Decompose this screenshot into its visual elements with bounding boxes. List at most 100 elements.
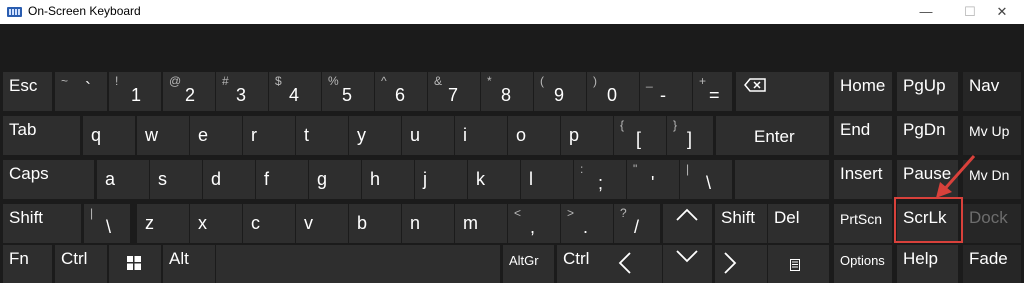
key-y[interactable]: y (349, 116, 401, 155)
key-u[interactable]: u (402, 116, 454, 155)
key-label: h (370, 169, 381, 189)
key-a[interactable]: a (97, 160, 149, 199)
key-shift-label: " (633, 162, 638, 176)
key-8[interactable]: * 8 (481, 72, 533, 111)
key-s[interactable]: s (150, 160, 202, 199)
key-0[interactable]: ) 0 (587, 72, 639, 111)
key-7[interactable]: & 7 (428, 72, 480, 111)
key-backtick[interactable]: ~ ` (55, 72, 107, 111)
key-shift-label: @ (169, 74, 182, 88)
key-left-arrow[interactable] (610, 245, 662, 283)
key-right-bracket[interactable]: }] (667, 116, 713, 155)
key-windows[interactable] (109, 245, 161, 283)
key-quote[interactable]: " ' (627, 160, 679, 199)
key-1[interactable]: ! 1 (109, 72, 161, 111)
key-label: ; (598, 173, 604, 193)
key-label: y (357, 125, 366, 145)
key-label: g (317, 169, 328, 189)
key-context-menu[interactable] (768, 245, 829, 283)
key-altgr[interactable]: AltGr (503, 245, 554, 283)
key-left-ctrl[interactable]: Ctrl (55, 245, 107, 283)
key-shift-label: } (673, 118, 678, 132)
key-l[interactable]: l (521, 160, 573, 199)
key-w[interactable]: w (137, 116, 189, 155)
key-label: l (529, 169, 533, 189)
key-i[interactable]: i (455, 116, 507, 155)
key-label: i (463, 125, 467, 145)
key-c[interactable]: c (243, 204, 295, 243)
key-nav[interactable]: Nav (963, 72, 1021, 111)
key-down-arrow[interactable] (663, 245, 712, 283)
key-alt[interactable]: Alt (163, 245, 215, 283)
key-label: o (516, 125, 527, 145)
key-backslash[interactable]: | \ (680, 160, 732, 199)
key-label: Alt (169, 249, 189, 268)
key-left-bracket[interactable]: {[ (614, 116, 666, 155)
key-options[interactable]: Options (834, 245, 892, 283)
key-h[interactable]: h (362, 160, 414, 199)
close-button[interactable]: ✕ (980, 0, 1024, 24)
key-prtscn[interactable]: PrtScn (834, 204, 892, 243)
key-6[interactable]: ^ 6 (375, 72, 427, 111)
key-slash[interactable]: ? / (614, 204, 660, 243)
key-right-ctrl[interactable]: Ctrl (557, 245, 610, 283)
key-label: Esc (9, 76, 38, 95)
key-right-arrow[interactable] (715, 245, 767, 283)
key-enter[interactable]: Enter (716, 116, 829, 155)
key-pgup[interactable]: PgUp (897, 72, 958, 111)
key-k[interactable]: k (468, 160, 520, 199)
key-enter-extension[interactable] (735, 160, 829, 199)
key-f[interactable]: f (256, 160, 308, 199)
key-space[interactable] (216, 245, 500, 283)
key-up-arrow[interactable] (663, 204, 712, 243)
key-9[interactable]: (9 (534, 72, 586, 111)
key-equals[interactable]: + = (693, 72, 732, 111)
key-p[interactable]: p (561, 116, 613, 155)
key-2[interactable]: @2 (163, 72, 215, 111)
key-r[interactable]: r (243, 116, 295, 155)
key-pipe[interactable]: | \ (84, 204, 130, 243)
key-d[interactable]: d (203, 160, 255, 199)
key-q[interactable]: q (83, 116, 135, 155)
key-caps[interactable]: Caps (3, 160, 94, 199)
key-delete[interactable]: Del (768, 204, 829, 243)
key-home[interactable]: Home (834, 72, 892, 111)
key-n[interactable]: n (402, 204, 454, 243)
key-5[interactable]: % 5 (322, 72, 374, 111)
key-4[interactable]: $4 (269, 72, 321, 111)
key-shift-label: _ (646, 74, 653, 88)
key-o[interactable]: o (508, 116, 560, 155)
key-semicolon[interactable]: :; (574, 160, 626, 199)
key-b[interactable]: b (349, 204, 401, 243)
key-tab[interactable]: Tab (3, 116, 80, 155)
down-arrow-icon (676, 250, 698, 263)
key-j[interactable]: j (415, 160, 467, 199)
key-e[interactable]: e (190, 116, 242, 155)
key-label: Shift (721, 208, 756, 227)
key-help[interactable]: Help (897, 245, 958, 283)
key-x[interactable]: x (190, 204, 242, 243)
key-label: b (357, 213, 368, 233)
key-m[interactable]: m (455, 204, 507, 243)
key-v[interactable]: v (296, 204, 348, 243)
up-arrow-icon (676, 208, 698, 221)
key-period[interactable]: >. (561, 204, 613, 243)
key-t[interactable]: t (296, 116, 348, 155)
key-z[interactable]: z (137, 204, 189, 243)
annotation-arrow-icon (936, 155, 976, 198)
key-insert[interactable]: Insert (834, 160, 892, 199)
key-fade[interactable]: Fade (963, 245, 1021, 283)
key-label: r (251, 125, 257, 145)
key-label: Home (840, 76, 886, 95)
key-fn[interactable]: Fn (3, 245, 52, 283)
key-minus[interactable]: _ - (640, 72, 692, 111)
key-3[interactable]: #3 (216, 72, 268, 111)
key-right-shift[interactable]: Shift (715, 204, 767, 243)
key-esc[interactable]: Esc (3, 72, 52, 111)
key-g[interactable]: g (309, 160, 361, 199)
key-left-shift[interactable]: Shift (3, 204, 81, 243)
minimize-button[interactable]: — (904, 0, 948, 24)
key-comma[interactable]: <, (508, 204, 560, 243)
key-end[interactable]: End (834, 116, 892, 155)
key-backspace[interactable] (736, 72, 829, 111)
